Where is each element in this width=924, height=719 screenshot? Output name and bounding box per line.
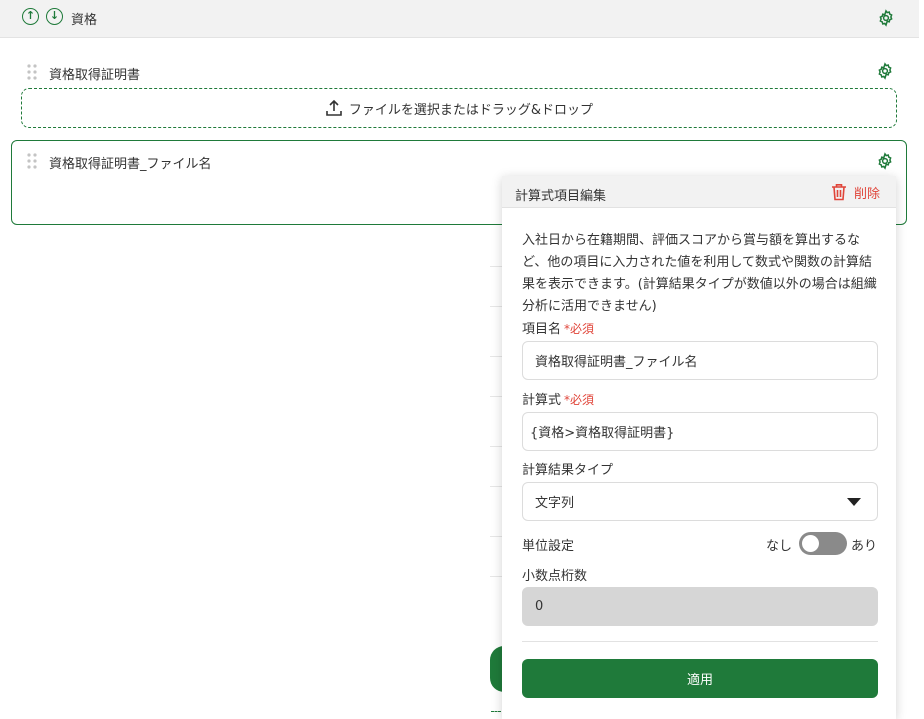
popup-header: 計算式項目編集 削除	[502, 176, 896, 208]
apply-button[interactable]: 適用	[522, 659, 878, 698]
trash-icon	[832, 184, 846, 201]
decimals-input: 0	[522, 587, 878, 626]
divider	[490, 446, 502, 447]
drag-handle-icon[interactable]	[26, 64, 38, 80]
divider	[490, 396, 502, 397]
result-type-select[interactable]: 文字列	[522, 482, 878, 521]
divider	[490, 576, 502, 577]
divider	[522, 641, 878, 642]
dropzone-text: ファイルを選択またはドラッグ&ドロップ	[348, 102, 594, 118]
field-label: 資格取得証明書_ファイル名	[49, 157, 212, 172]
popup-title: 計算式項目編集	[515, 189, 607, 204]
divider	[490, 356, 502, 357]
divider	[490, 266, 502, 267]
delete-label: 削除	[854, 186, 881, 202]
unit-toggle[interactable]	[799, 532, 847, 555]
divider	[490, 536, 502, 537]
divider	[490, 486, 502, 487]
unit-setting-row: 単位設定 なし あり	[522, 532, 878, 556]
arrow-down-icon[interactable]: ↓	[46, 8, 63, 25]
decimals-label: 小数点桁数	[522, 569, 588, 584]
drag-handle-icon[interactable]	[26, 153, 38, 169]
formula-input[interactable]: {資格>資格取得証明書}	[522, 412, 878, 451]
background-dropzone-edge	[491, 711, 501, 712]
section-title: 資格	[71, 13, 98, 28]
formula-edit-popup: 計算式項目編集 削除 入社日から在籍期間、評価スコアから賞与額を算出するなど、他…	[502, 176, 896, 719]
toggle-knob	[802, 535, 819, 552]
caret-down-icon	[847, 498, 861, 506]
toggle-off-label: なし	[766, 539, 793, 554]
toggle-on-label: あり	[851, 539, 878, 554]
gear-icon[interactable]	[876, 62, 894, 80]
section-header: ↑ ↓ 資格	[0, 0, 919, 38]
divider	[490, 306, 502, 307]
required-badge: *必須	[564, 322, 595, 336]
field-label: 資格取得証明書	[49, 68, 141, 83]
gear-icon[interactable]	[877, 9, 895, 27]
popup-description: 入社日から在籍期間、評価スコアから賞与額を算出するなど、他の項目に入力された値を…	[522, 233, 877, 314]
item-name-label: 項目名 *必須	[522, 322, 595, 337]
file-dropzone[interactable]: ファイルを選択またはドラッグ&ドロップ	[21, 88, 897, 128]
unit-setting-label: 単位設定	[522, 539, 575, 554]
gear-icon[interactable]	[876, 152, 894, 170]
delete-button[interactable]: 削除	[831, 182, 880, 202]
required-badge: *必須	[564, 393, 595, 407]
upload-icon	[326, 99, 342, 116]
arrow-up-icon[interactable]: ↑	[22, 8, 39, 25]
formula-label: 計算式 *必須	[522, 393, 595, 408]
result-type-label: 計算結果タイプ	[522, 463, 614, 478]
form-editor: ↑ ↓ 資格 資格取得証明書 ファイルを選択またはドラッグ&ドロップ 資格取得証…	[0, 0, 924, 719]
item-name-input[interactable]: 資格取得証明書_ファイル名	[522, 341, 878, 380]
